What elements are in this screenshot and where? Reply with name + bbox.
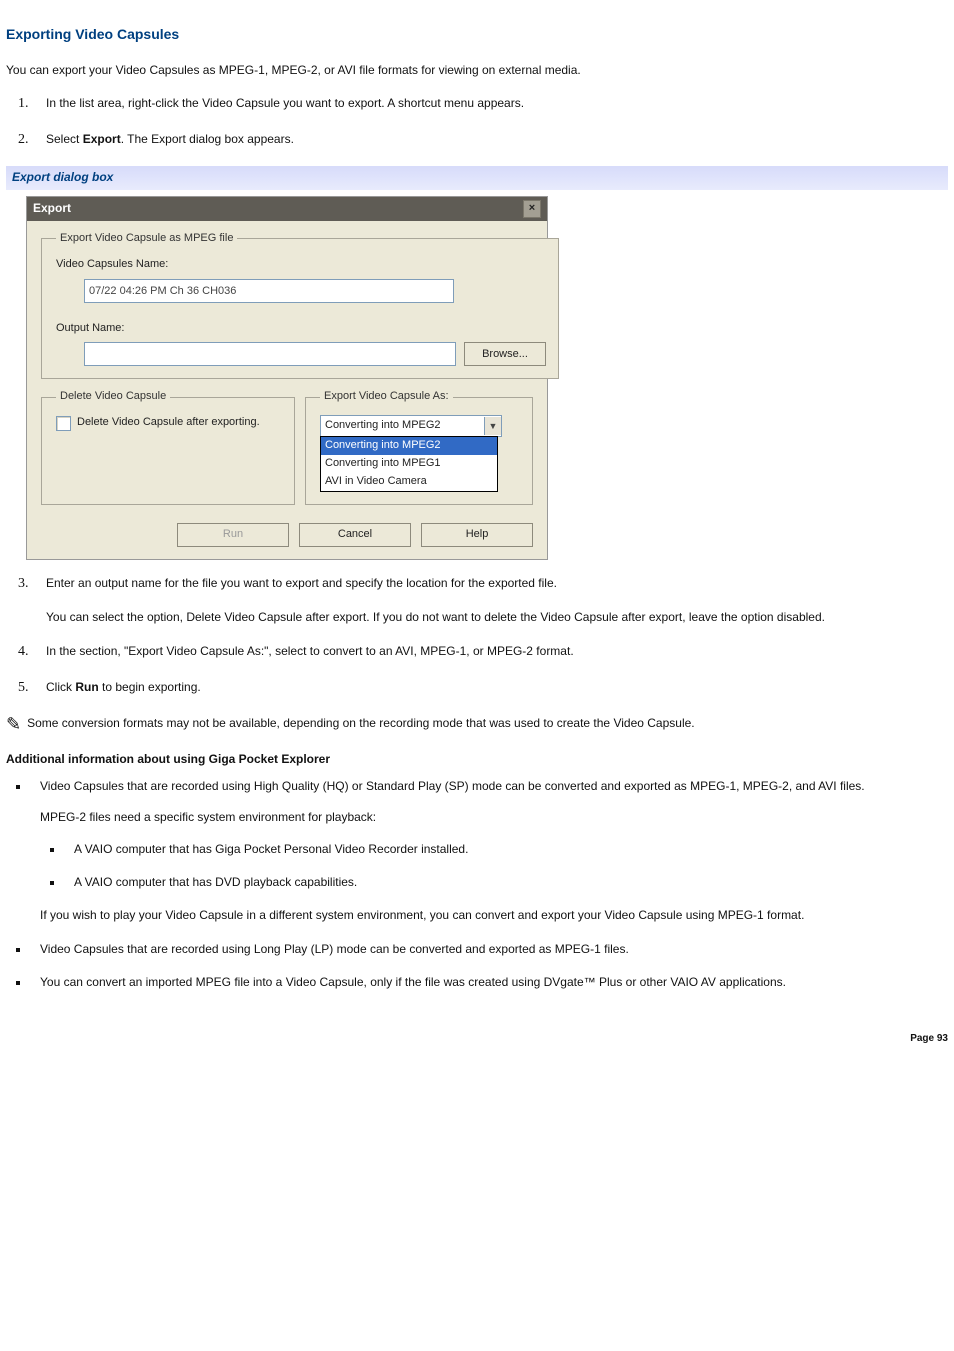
step-3: Enter an output name for the file you wa… [32, 574, 948, 626]
page-number: Page 93 [6, 1032, 948, 1047]
step-1: In the list area, right-click the Video … [32, 94, 948, 114]
steps-list-top: In the list area, right-click the Video … [32, 94, 948, 151]
dialog-figure: Export × Export Video Capsule as MPEG fi… [26, 196, 948, 561]
step-5-bold: Run [75, 680, 98, 694]
step-4: In the section, "Export Video Capsule As… [32, 642, 948, 662]
bullet-1c1: A VAIO computer that has Giga Pocket Per… [64, 841, 948, 858]
video-capsules-name-input[interactable] [84, 279, 454, 303]
step-2-bold: Export [83, 132, 121, 146]
bullet-1-sublist: A VAIO computer that has Giga Pocket Per… [64, 841, 948, 892]
export-option-avi[interactable]: AVI in Video Camera [321, 473, 497, 491]
export-option-mpeg2[interactable]: Converting into MPEG2 [321, 437, 497, 455]
bullet-1d: If you wish to play your Video Capsule i… [40, 907, 948, 924]
dialog-title: Export [33, 200, 71, 217]
note-text: Some conversion formats may not be avail… [27, 715, 695, 732]
step-2: Select Export. The Export dialog box app… [32, 130, 948, 150]
bullet-3: You can convert an imported MPEG file in… [30, 974, 948, 991]
help-button[interactable]: Help [421, 523, 533, 547]
bullet-2: Video Capsules that are recorded using L… [30, 941, 948, 958]
bullet-list: Video Capsules that are recorded using H… [30, 778, 948, 992]
note-icon: ✎ [6, 715, 21, 733]
step-5-pre: Click [46, 680, 75, 694]
bullet-1b: MPEG-2 files need a specific system envi… [40, 809, 948, 826]
step-2-post: . The Export dialog box appears. [121, 132, 294, 146]
step-3-text: Enter an output name for the file you wa… [46, 576, 557, 590]
group-delete-legend: Delete Video Capsule [56, 389, 170, 405]
delete-after-export-label: Delete Video Capsule after exporting. [77, 415, 260, 431]
video-capsules-name-label: Video Capsules Name: [56, 257, 546, 273]
group-export-mpeg: Export Video Capsule as MPEG file Video … [41, 231, 559, 380]
delete-after-export-checkbox[interactable] [56, 416, 71, 431]
export-dialog: Export × Export Video Capsule as MPEG fi… [26, 196, 548, 561]
step-5: Click Run to begin exporting. [32, 678, 948, 698]
bullet-1c2: A VAIO computer that has DVD playback ca… [64, 874, 948, 891]
output-name-label: Output Name: [56, 321, 546, 337]
output-name-input[interactable] [84, 342, 456, 366]
intro-paragraph: You can export your Video Capsules as MP… [6, 62, 948, 79]
run-button[interactable]: Run [177, 523, 289, 547]
step-5-post: to begin exporting. [99, 680, 201, 694]
figure-caption: Export dialog box [6, 166, 948, 189]
step-1-text: In the list area, right-click the Video … [46, 96, 524, 110]
close-icon[interactable]: × [523, 200, 541, 218]
group-delete: Delete Video Capsule Delete Video Capsul… [41, 389, 295, 505]
chevron-down-icon[interactable]: ▼ [484, 417, 501, 435]
step-3-extra: You can select the option, Delete Video … [46, 609, 948, 626]
step-2-pre: Select [46, 132, 83, 146]
group-export-as: Export Video Capsule As: Converting into… [305, 389, 533, 505]
browse-button[interactable]: Browse... [464, 342, 546, 366]
additional-info-heading: Additional information about using Giga … [6, 751, 948, 768]
export-format-dropdown: Converting into MPEG2 Converting into MP… [320, 436, 498, 492]
note: ✎ Some conversion formats may not be ava… [6, 715, 948, 733]
dialog-title-bar: Export × [27, 197, 547, 221]
export-option-mpeg1[interactable]: Converting into MPEG1 [321, 455, 497, 473]
steps-list-bottom: Enter an output name for the file you wa… [32, 574, 948, 698]
export-format-selected: Converting into MPEG2 [325, 418, 441, 434]
cancel-button[interactable]: Cancel [299, 523, 411, 547]
group-export-mpeg-legend: Export Video Capsule as MPEG file [56, 231, 237, 247]
page-title: Exporting Video Capsules [6, 24, 948, 44]
step-4-text: In the section, "Export Video Capsule As… [46, 644, 574, 658]
bullet-1: Video Capsules that are recorded using H… [30, 778, 948, 925]
export-format-select[interactable]: Converting into MPEG2 ▼ [320, 415, 502, 437]
bullet-1a: Video Capsules that are recorded using H… [40, 779, 865, 793]
group-export-as-legend: Export Video Capsule As: [320, 389, 453, 405]
